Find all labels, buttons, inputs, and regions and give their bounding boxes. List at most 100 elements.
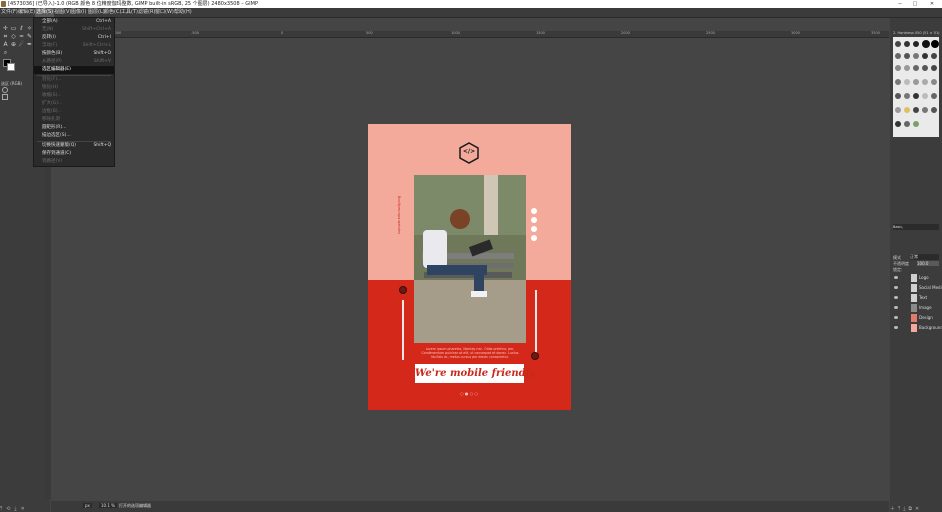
layer-row[interactable]: Image: [890, 303, 942, 313]
brush-filter-input[interactable]: Basic,: [893, 224, 939, 230]
menu-item-border[interactable]: 边框(B)...: [34, 108, 114, 116]
brush-swatch[interactable]: [913, 53, 919, 59]
opacity-slider[interactable]: 100.0: [917, 261, 939, 266]
brush-swatch[interactable]: [895, 121, 901, 127]
crop-tool-icon[interactable]: ⌗: [2, 33, 9, 40]
layer-row[interactable]: Social Media: [890, 283, 942, 293]
brush-swatch[interactable]: [931, 79, 937, 85]
brush-swatch[interactable]: [904, 65, 910, 71]
brush-swatch[interactable]: [913, 93, 919, 99]
brush-swatch[interactable]: [895, 41, 901, 47]
brush-swatch[interactable]: [913, 107, 919, 113]
brush-swatch[interactable]: [904, 79, 910, 85]
menu-filters[interactable]: 滤镜(R): [138, 8, 155, 17]
brush-swatch[interactable]: [895, 107, 901, 113]
menu-view[interactable]: 视图(V): [54, 8, 71, 17]
layer-row[interactable]: Background: [890, 323, 942, 333]
menu-image[interactable]: 图像(I): [71, 8, 86, 17]
menu-item-save-to-channel[interactable]: 保存到通道(C): [34, 150, 114, 158]
brush-swatch[interactable]: [913, 79, 919, 85]
smudge-tool-icon[interactable]: ☄: [18, 41, 25, 48]
paintbrush-tool-icon[interactable]: ✎: [26, 33, 33, 40]
menu-item-rounded-rect[interactable]: 圆矩形(R)...: [34, 124, 114, 132]
option-radio-icon[interactable]: [2, 87, 8, 93]
menu-item-stroke-selection[interactable]: 描边选区(S)...: [34, 132, 114, 140]
brush-swatch[interactable]: [904, 53, 910, 59]
unit-selector[interactable]: px: [83, 503, 92, 508]
clone-tool-icon[interactable]: ⊕: [10, 41, 17, 48]
brush-swatch[interactable]: [904, 121, 910, 127]
menu-item-sharpen[interactable]: 锐化(H): [34, 84, 114, 92]
visibility-eye-icon[interactable]: [894, 326, 898, 329]
menu-item-feather[interactable]: 羽化(F)...: [34, 76, 114, 84]
brush-swatch[interactable]: [895, 53, 901, 59]
layer-row[interactable]: Logo: [890, 273, 942, 283]
brush-swatch[interactable]: [931, 53, 937, 59]
fuzzy-select-tool-icon[interactable]: ✧: [26, 25, 33, 32]
minimize-button[interactable]: ─: [893, 0, 907, 8]
brush-swatch[interactable]: [922, 107, 928, 113]
menu-help[interactable]: 帮助(H): [174, 8, 192, 17]
visibility-eye-icon[interactable]: [894, 276, 898, 279]
brushes-grid[interactable]: [893, 37, 939, 137]
menu-tools[interactable]: 工具(T): [121, 8, 138, 17]
menu-item-none[interactable]: 无(N) Shift+Ctrl+A: [34, 26, 114, 34]
menu-item-all[interactable]: 全部(A) Ctrl+A: [34, 18, 114, 26]
brush-swatch[interactable]: [904, 107, 910, 113]
menu-colors[interactable]: 颜色(C): [104, 8, 121, 17]
close-button[interactable]: ✕: [925, 0, 939, 8]
layers-footer-icons[interactable]: ＋⤒⤓⧉✕: [890, 505, 942, 512]
lasso-tool-icon[interactable]: ℓ: [18, 25, 25, 32]
background-color-swatch[interactable]: [7, 63, 15, 71]
menu-item-remove-holes[interactable]: 移除孔洞: [34, 116, 114, 124]
visibility-eye-icon[interactable]: [894, 306, 898, 309]
visibility-eye-icon[interactable]: [894, 316, 898, 319]
brush-swatch[interactable]: [895, 65, 901, 71]
menu-item-to-path[interactable]: 到路径(V): [34, 158, 114, 166]
image-canvas[interactable]: </> Bodifyeuropa.webdev Lorem ipsum phar…: [368, 124, 571, 410]
brush-swatch[interactable]: [931, 107, 937, 113]
zoom-selector[interactable]: 10.1 %: [99, 503, 117, 508]
brush-swatch[interactable]: [895, 93, 901, 99]
brush-swatch[interactable]: [913, 65, 919, 71]
brush-swatch[interactable]: [931, 65, 937, 71]
menu-item-invert[interactable]: 反转(I) Ctrl+I: [34, 34, 114, 42]
brush-swatch[interactable]: [913, 121, 919, 127]
brush-swatch[interactable]: [904, 41, 910, 47]
maximize-button[interactable]: □: [908, 0, 922, 8]
transform-tool-icon[interactable]: ◇: [10, 33, 17, 40]
menu-file[interactable]: 文件(F): [1, 8, 18, 17]
text-tool-icon[interactable]: A: [2, 41, 9, 48]
brush-swatch[interactable]: [913, 41, 919, 47]
layer-mode-select[interactable]: 正常: [910, 254, 939, 260]
menu-item-by-color[interactable]: 按颜色(B) Shift+O: [34, 50, 114, 58]
layer-row[interactable]: Design: [890, 313, 942, 323]
path-tool-icon[interactable]: ✒: [26, 41, 33, 48]
zoom-tool-icon[interactable]: ⌕: [2, 49, 9, 56]
menu-layer[interactable]: 图层(L): [88, 8, 105, 17]
move-tool-icon[interactable]: ✛: [2, 25, 9, 32]
menu-edit[interactable]: 编辑(E): [18, 8, 35, 17]
layer-row[interactable]: Text: [890, 293, 942, 303]
menu-item-grow[interactable]: 扩大(G)...: [34, 100, 114, 108]
brush-swatch[interactable]: [895, 79, 901, 85]
brush-swatch[interactable]: [931, 93, 937, 99]
visibility-eye-icon[interactable]: [894, 286, 898, 289]
menu-windows[interactable]: 窗口(W): [155, 8, 174, 17]
menu-item-shrink[interactable]: 收缩(S)...: [34, 92, 114, 100]
brush-swatch[interactable]: [922, 93, 928, 99]
brush-swatch[interactable]: [922, 53, 928, 59]
horizontal-ruler[interactable]: -1000 -500 0 500 1000 1500 2000 2500 300…: [51, 31, 889, 38]
brush-swatch[interactable]: [922, 79, 928, 85]
menu-item-quick-mask[interactable]: 切换快速蒙版(Q) Shift+Q: [34, 142, 114, 150]
menu-item-float[interactable]: 浮动(F) Shift+Ctrl+L: [34, 42, 114, 50]
rect-select-tool-icon[interactable]: ▭: [10, 25, 17, 32]
menu-item-selection-editor[interactable]: 选区编辑器(E): [34, 66, 114, 74]
menu-select[interactable]: 选择(S): [35, 8, 55, 17]
brush-swatch[interactable]: [922, 40, 930, 48]
toolbox-footer-icons[interactable]: ⤒⟲⤓✕: [0, 506, 50, 512]
brush-swatch[interactable]: [904, 93, 910, 99]
visibility-eye-icon[interactable]: [894, 296, 898, 299]
option-checkbox-icon[interactable]: [2, 94, 8, 100]
menu-item-from-path[interactable]: 从路径(P) Shift+V: [34, 58, 114, 66]
